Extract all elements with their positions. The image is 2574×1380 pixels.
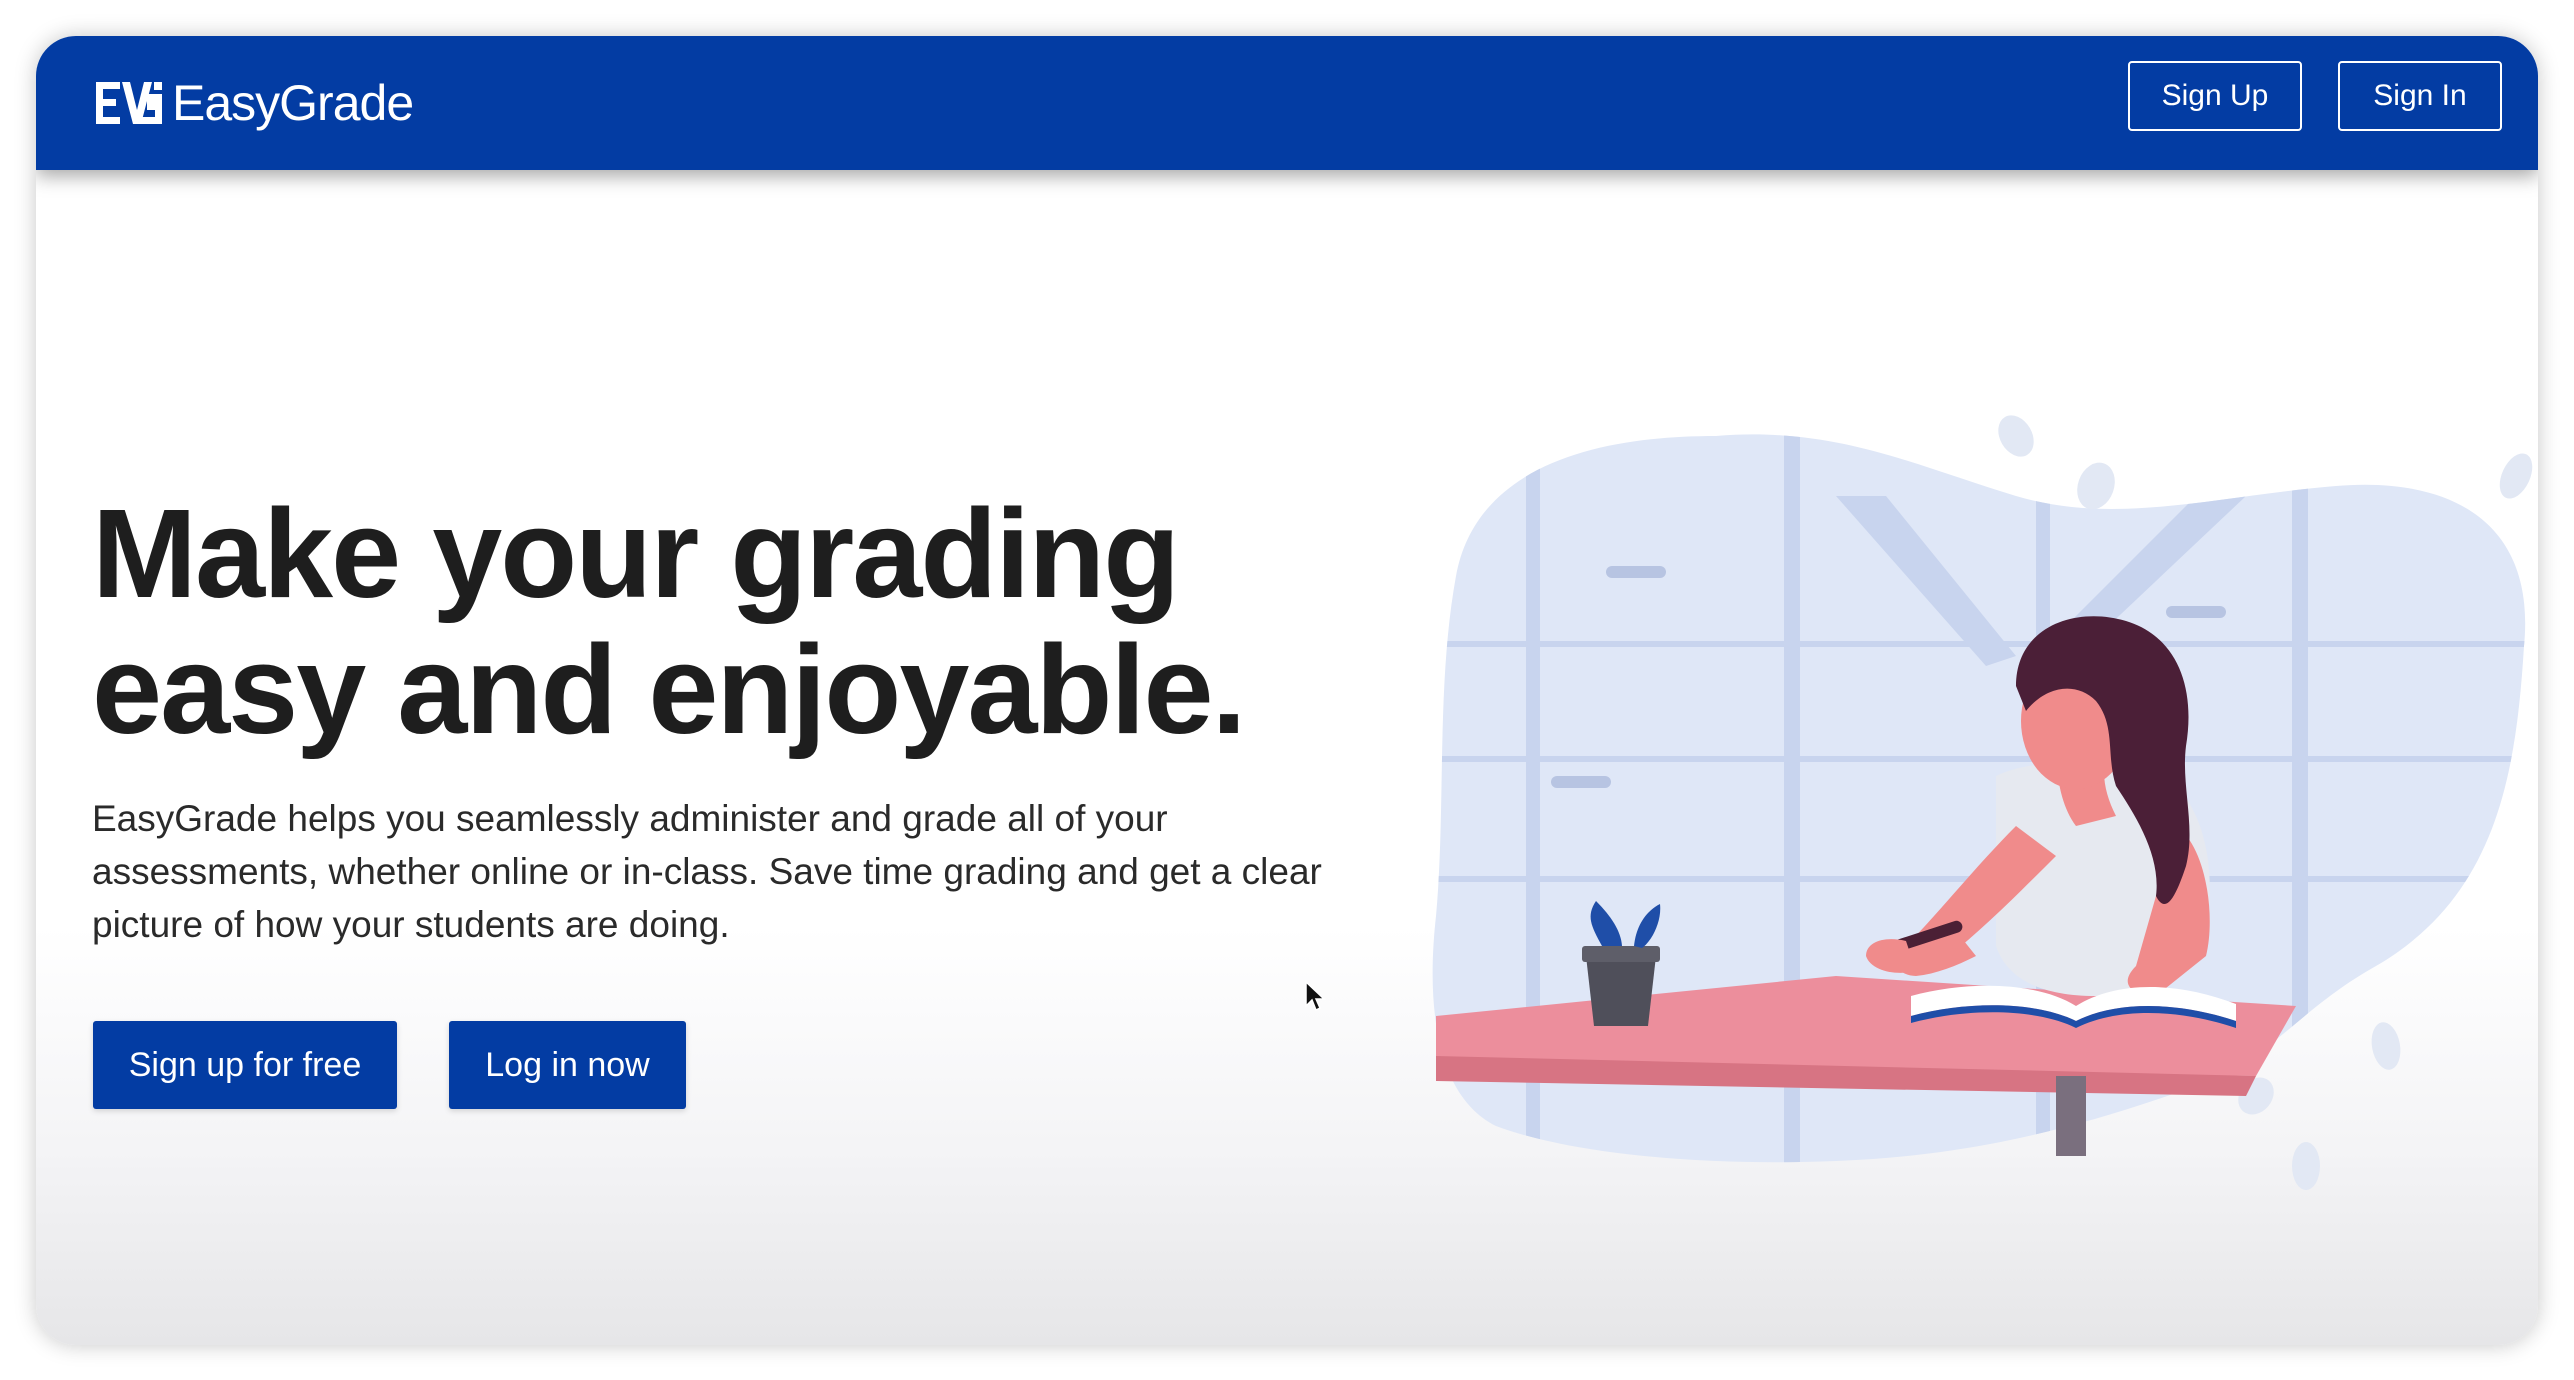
brand-name: EasyGrade [172, 75, 414, 131]
sign-in-button[interactable]: Sign In [2338, 61, 2502, 131]
easygrade-logo-icon [96, 82, 162, 124]
brand-logo[interactable]: EasyGrade [92, 66, 414, 140]
headline-line-2: easy and enjoyable. [92, 619, 1247, 760]
sign-up-free-button[interactable]: Sign up for free [93, 1021, 397, 1109]
browser-viewport: EasyGrade Sign Up Sign In Make your grad… [36, 36, 2538, 1345]
log-in-now-button[interactable]: Log in now [449, 1021, 686, 1109]
hero-headline: Make your grading easy and enjoyable. [92, 486, 1392, 758]
top-navbar: EasyGrade Sign Up Sign In [36, 36, 2538, 170]
hero-description: EasyGrade helps you seamlessly administe… [92, 798, 1322, 945]
headline-line-1: Make your grading [92, 483, 1180, 624]
mouse-cursor-icon [1305, 980, 1326, 1012]
sign-up-button[interactable]: Sign Up [2128, 61, 2302, 131]
woman-writing-illustration [1432, 415, 2533, 1190]
